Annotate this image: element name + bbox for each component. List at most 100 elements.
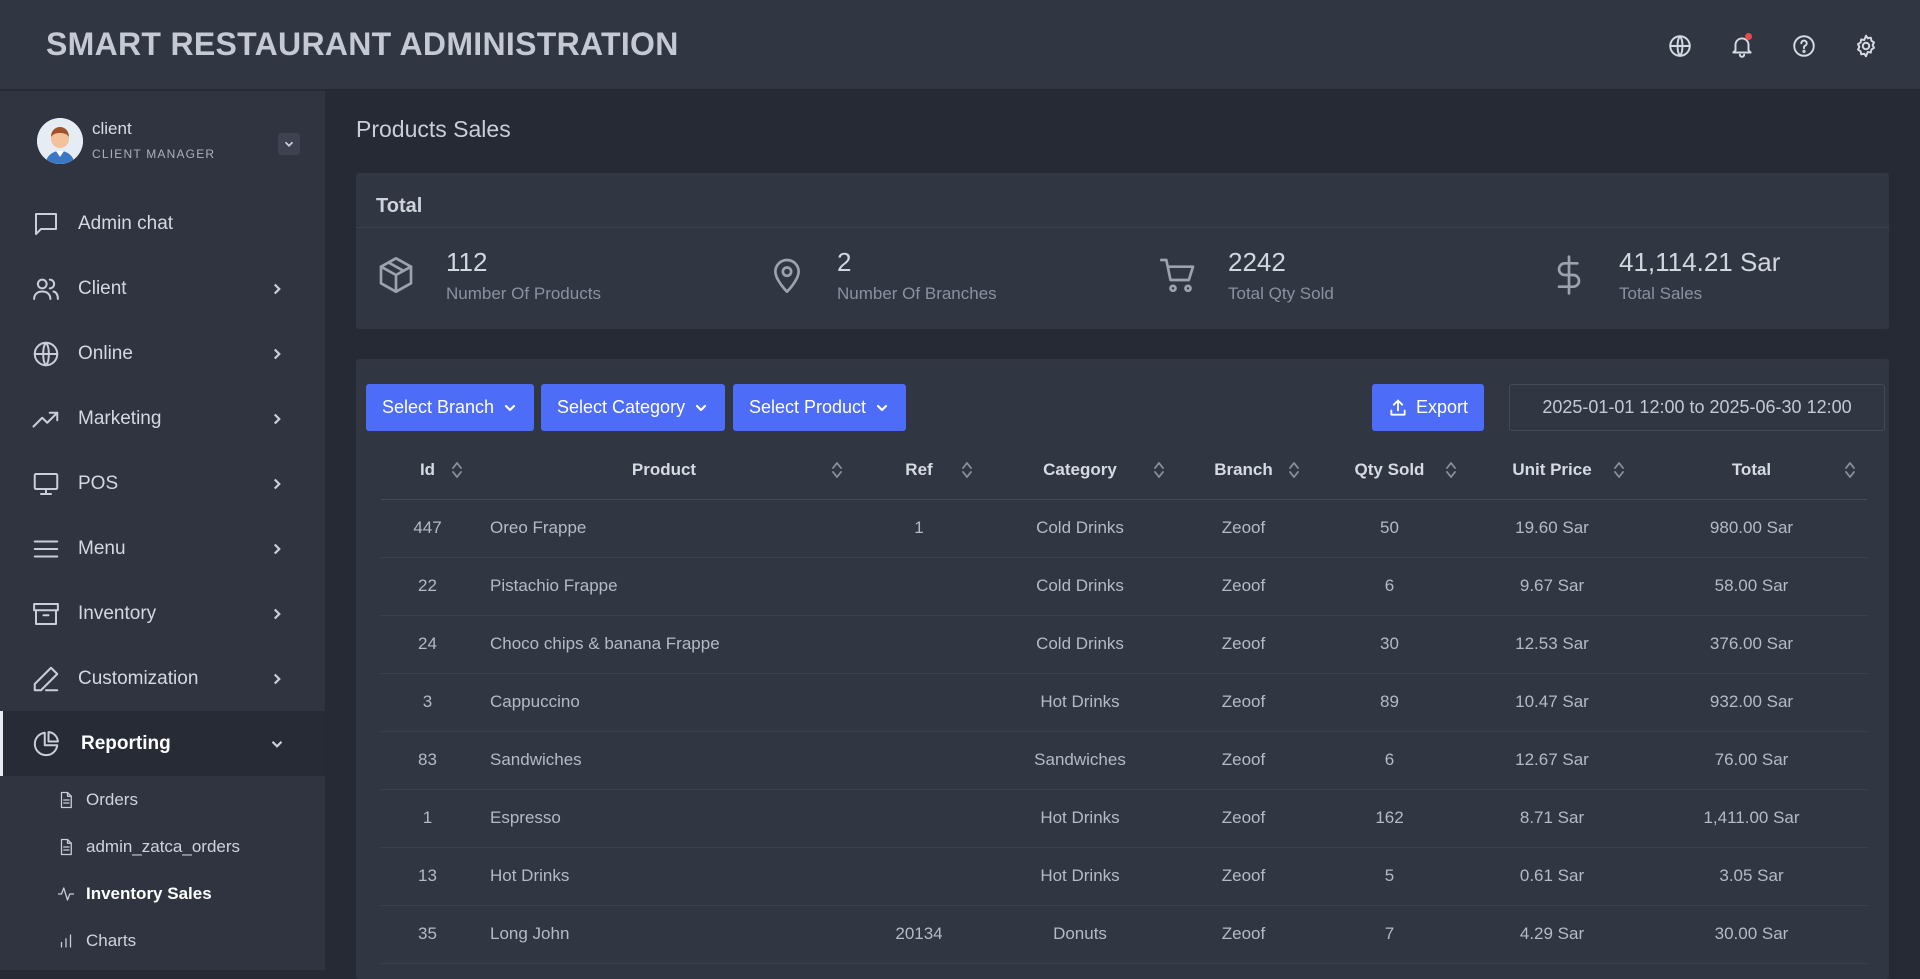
column-header-unit-price[interactable]: Unit Price: [1468, 441, 1636, 500]
map-pin-icon: [767, 255, 807, 295]
cell-id: 13: [381, 847, 474, 906]
trending-up-icon: [31, 404, 61, 434]
top-bar: SMART RESTAURANT ADMINISTRATION: [0, 0, 1920, 90]
chevron-right-icon: [268, 280, 286, 298]
cell-qty-sold: 6: [1311, 557, 1468, 616]
sort-icon: [1843, 460, 1857, 480]
sidebar-subitem-charts[interactable]: Charts: [0, 917, 325, 964]
select-product-dropdown[interactable]: Select Product: [733, 384, 907, 431]
cell-category: Cold Drinks: [984, 499, 1176, 558]
cell-branch: Zeoof: [1176, 847, 1311, 906]
sidebar-item-label: Client: [78, 277, 127, 299]
cell-ref: [854, 615, 984, 674]
message-square-icon: [31, 209, 61, 239]
cell-qty-sold: 5: [1311, 847, 1468, 906]
cell-id: 1: [381, 789, 474, 848]
cell-qty-sold: 30: [1311, 615, 1468, 674]
cell-unit-price: 19.60 Sar: [1468, 499, 1636, 558]
stat-qty-sold: 2242 Total Qty Sold: [1138, 247, 1528, 307]
chevron-down-icon: [876, 404, 888, 411]
monitor-icon: [31, 469, 61, 499]
sidebar-item-pos[interactable]: POS: [0, 451, 325, 516]
date-range-input[interactable]: 2025-01-01 12:00 to 2025-06-30 12:00: [1509, 384, 1885, 431]
sort-icon: [450, 460, 464, 480]
cell-product: Hot Drinks: [474, 847, 854, 906]
hamburger-icon: [31, 534, 61, 564]
chevron-right-icon: [268, 345, 286, 363]
sidebar-item-menu[interactable]: Menu: [0, 516, 325, 581]
bar-chart-icon: [57, 932, 75, 950]
cell-id: 83: [381, 731, 474, 790]
column-header-qty-sold[interactable]: Qty Sold: [1311, 441, 1468, 500]
bell-icon[interactable]: [1726, 30, 1758, 62]
dollar-icon: [1549, 255, 1589, 295]
chevron-right-icon: [268, 540, 286, 558]
cell-category: Hot Drinks: [984, 847, 1176, 906]
cell-branch: Zeoof: [1176, 499, 1311, 558]
totals-card: Total 112 Number Of Products 2 Number Of…: [356, 173, 1889, 329]
sidebar-item-inventory[interactable]: Inventory: [0, 581, 325, 646]
sidebar-item-label: Menu: [78, 537, 126, 559]
sidebar-subitem-label: Inventory Sales: [86, 883, 212, 903]
cell-unit-price: 4.29 Sar: [1468, 905, 1636, 964]
user-menu-toggle[interactable]: [278, 133, 300, 155]
sidebar-subitem-inventory-sales[interactable]: Inventory Sales: [0, 870, 325, 917]
sidebar-item-reporting[interactable]: Reporting: [0, 711, 325, 776]
cell-qty-sold: 6: [1311, 731, 1468, 790]
cell-id: 35: [381, 905, 474, 964]
column-header-ref[interactable]: Ref: [854, 441, 984, 500]
sidebar-subitem-orders[interactable]: Orders: [0, 776, 325, 823]
export-button[interactable]: Export: [1372, 384, 1485, 431]
sidebar-item-client[interactable]: Client: [0, 256, 325, 321]
cell-ref: [854, 731, 984, 790]
page-title: Products Sales: [356, 116, 511, 142]
stat-products: 112 Number Of Products: [356, 247, 746, 307]
sidebar: client CLIENT MANAGER Admin chat Client …: [0, 91, 325, 970]
sidebar-subitem-admin-zatca-orders[interactable]: admin_zatca_orders: [0, 823, 325, 870]
cell-product: Pistachio Frappe: [474, 557, 854, 616]
globe-icon[interactable]: [1664, 30, 1696, 62]
column-header-category[interactable]: Category: [984, 441, 1176, 500]
sort-icon: [1287, 460, 1301, 480]
users-icon: [31, 274, 61, 304]
sidebar-item-label: Customization: [78, 667, 199, 689]
select-category-dropdown[interactable]: Select Category: [541, 384, 726, 431]
gear-icon[interactable]: [1850, 30, 1882, 62]
globe-icon: [31, 339, 61, 369]
stat-value: 2: [837, 247, 852, 277]
column-header-id[interactable]: Id: [381, 441, 474, 500]
chevron-right-icon: [268, 410, 286, 428]
user-role: CLIENT MANAGER: [92, 147, 216, 161]
cell-product: Long John: [474, 905, 854, 964]
cell-id: 3: [381, 673, 474, 732]
help-icon[interactable]: [1788, 30, 1820, 62]
sidebar-item-online[interactable]: Online: [0, 321, 325, 386]
cell-category: Hot Drinks: [984, 789, 1176, 848]
stat-label: Total Qty Sold: [1228, 284, 1334, 303]
sidebar-item-customization[interactable]: Customization: [0, 646, 325, 711]
cell-branch: Zeoof: [1176, 731, 1311, 790]
chevron-down-icon: [268, 735, 286, 753]
cell-total: 30.00 Sar: [1636, 905, 1867, 964]
table-row: 83 Sandwiches Sandwiches Zeoof 6 12.67 S…: [381, 731, 1867, 790]
select-branch-dropdown[interactable]: Select Branch: [366, 384, 535, 431]
select-branch-label: Select Branch: [382, 397, 495, 417]
column-header-total[interactable]: Total: [1636, 441, 1867, 500]
cell-unit-price: 0.61 Sar: [1468, 847, 1636, 906]
column-header-branch[interactable]: Branch: [1176, 441, 1311, 500]
cell-id: 447: [381, 499, 474, 558]
column-header-product[interactable]: Product: [474, 441, 854, 500]
avatar: [37, 118, 83, 164]
chevron-right-icon: [268, 670, 286, 688]
stat-value: 112: [446, 247, 488, 277]
activity-icon: [57, 885, 75, 903]
sidebar-item-admin-chat[interactable]: Admin chat: [0, 191, 325, 256]
cell-category: Sandwiches: [984, 731, 1176, 790]
sidebar-item-marketing[interactable]: Marketing: [0, 386, 325, 451]
table-row: 22 Pistachio Frappe Cold Drinks Zeoof 6 …: [381, 557, 1867, 616]
totals-heading: Total: [356, 173, 1889, 228]
table-row: 35 Long John 20134 Donuts Zeoof 7 4.29 S…: [381, 905, 1867, 964]
cell-product: Choco chips & banana Frappe: [474, 615, 854, 674]
stat-value: 2242: [1228, 247, 1286, 277]
products-sales-table: Id Product Ref Category Branch Qty Sold …: [381, 441, 1867, 964]
